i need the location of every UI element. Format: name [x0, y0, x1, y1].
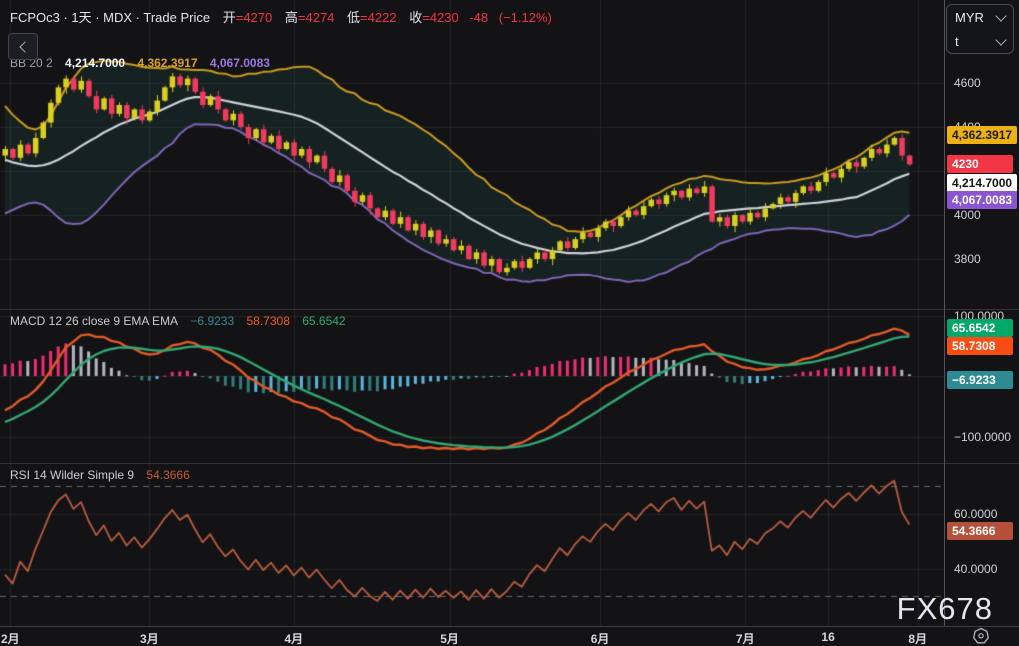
bb-basis-price-badge: 4,214.7000 [947, 174, 1017, 192]
macd-signal-badge: 65.6542 [947, 319, 1013, 337]
close-value: 4230 [430, 10, 459, 25]
macd-signal-value: 65.6542 [302, 314, 345, 328]
macd-line-value: 58.7308 [246, 314, 289, 328]
close-label: 收 [409, 10, 422, 25]
open-value: 4270 [243, 10, 272, 25]
bb-upper-value: 4,362.3917 [137, 56, 197, 70]
axis-tick-label: −100.0000 [954, 430, 1011, 444]
macd-label: MACD 12 26 close 9 EMA EMA [10, 314, 178, 328]
unit-dropdown[interactable]: t [947, 29, 1013, 53]
last-price-badge: 4230 [947, 155, 1013, 173]
time-axis-label: 8月 [908, 630, 927, 646]
time-axis-label: 6月 [591, 630, 610, 646]
time-axis-label: 4月 [284, 630, 303, 646]
chart-canvas[interactable] [0, 0, 944, 626]
chevron-left-icon [19, 41, 30, 52]
low-value: 4222 [368, 10, 397, 25]
low-label: 低 [347, 10, 360, 25]
rsi-label: RSI 14 Wilder Simple 9 [10, 468, 134, 482]
time-axis-label: 7月 [736, 630, 755, 646]
macd-line-badge: 58.7308 [947, 337, 1013, 355]
axis-tick-label: 4600 [954, 76, 981, 90]
rsi-indicator-row[interactable]: RSI 14 Wilder Simple 9 54.3666 [10, 468, 199, 482]
currency-unit-selector: MYR t [946, 4, 1014, 54]
symbol-header: FCPOc3 · 1天 · MDX · Trade Price 开=4270 高… [10, 7, 552, 26]
rsi-value: 54.3666 [146, 468, 189, 482]
rsi-value-badge: 54.3666 [947, 522, 1013, 540]
macd-hist-value: −6.9233 [190, 314, 234, 328]
time-axis-label: 5月 [440, 630, 459, 646]
macd-hist-badge: −6.9233 [947, 371, 1013, 389]
bb-indicator-row[interactable]: BB 20 2 4,214.7000 4,362.3917 4,067.0083 [10, 56, 279, 70]
time-axis-label: 2月 [1, 630, 20, 646]
fx678-watermark: FX678 [897, 591, 993, 627]
panel-divider-macd [0, 309, 1019, 310]
axis-tick-label: 3800 [954, 252, 981, 266]
open-label: 开 [223, 10, 236, 25]
back-button[interactable] [8, 33, 38, 60]
change-value: -48 [469, 10, 488, 25]
price-axis[interactable]: 4,362.3917 4230 4,214.7000 4,067.0083 65… [944, 0, 1019, 646]
currency-dropdown[interactable]: MYR [947, 5, 1013, 29]
macd-indicator-row[interactable]: MACD 12 26 close 9 EMA EMA −6.9233 58.73… [10, 314, 355, 328]
time-axis-label: 16 [821, 630, 834, 644]
time-axis-label: 3月 [140, 630, 159, 646]
chevron-down-icon [995, 10, 1006, 21]
high-value: 4274 [305, 10, 334, 25]
bb-basis-value: 4,214.7000 [65, 56, 125, 70]
axis-tick-label: 40.0000 [954, 562, 997, 576]
high-label: 高 [285, 10, 298, 25]
currency-value: MYR [955, 10, 984, 25]
heptagon-target-icon[interactable] [971, 627, 991, 645]
panel-divider-rsi [0, 463, 1019, 464]
unit-value: t [955, 34, 959, 49]
chevron-down-icon [995, 34, 1006, 45]
trading-chart-app: FCPOc3 · 1天 · MDX · Trade Price 开=4270 高… [0, 0, 1019, 646]
bb-lower-price-badge: 4,067.0083 [947, 191, 1017, 209]
bb-lower-value: 4,067.0083 [210, 56, 270, 70]
axis-tick-label: 60.0000 [954, 507, 997, 521]
change-percent: (−1.12%) [499, 10, 552, 25]
axis-tick-label: 4000 [954, 208, 981, 222]
symbol-title[interactable]: FCPOc3 · 1天 · MDX · Trade Price [10, 10, 210, 25]
bb-upper-price-badge: 4,362.3917 [947, 126, 1017, 144]
time-axis[interactable]: 2月 3月 4月 5月 6月 7月 16 8月 [0, 626, 1019, 646]
